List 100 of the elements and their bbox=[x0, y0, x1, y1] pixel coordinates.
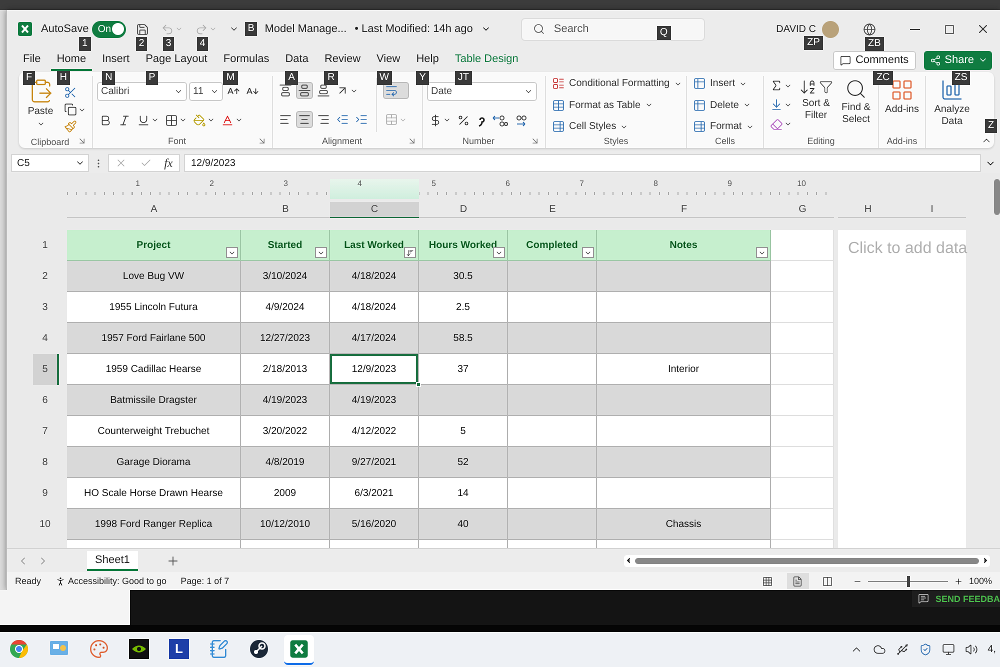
align-bottom-button[interactable] bbox=[315, 82, 332, 99]
ribbon-tab[interactable]: Review bbox=[318, 50, 367, 70]
ribbon-tab[interactable]: Table Design bbox=[448, 50, 524, 70]
feedback-button[interactable]: SEND FEEDBA bbox=[912, 590, 1000, 607]
name-box[interactable]: C5 bbox=[11, 154, 89, 172]
sheet-tab[interactable]: Sheet1 bbox=[87, 550, 138, 570]
page-layout-view-icon bbox=[792, 576, 804, 586]
zoom-thumb[interactable] bbox=[906, 576, 910, 586]
sheet-cell bbox=[771, 261, 834, 292]
sort-filter-button[interactable]: Sort & Filter bbox=[798, 76, 834, 134]
app-tile-icon: L bbox=[169, 638, 189, 658]
scroll-right-icon bbox=[981, 556, 990, 565]
zoom-level[interactable]: 100% bbox=[968, 576, 992, 586]
insert-function-button[interactable]: fx bbox=[164, 156, 173, 170]
horizontal-scrollbar[interactable] bbox=[624, 554, 990, 566]
steam-icon bbox=[249, 638, 269, 658]
row-header[interactable]: 6 bbox=[33, 385, 59, 416]
share-button[interactable]: Share bbox=[924, 50, 992, 70]
launcher-icon bbox=[407, 136, 417, 146]
row-header[interactable]: 5 bbox=[33, 354, 59, 385]
keytip: F bbox=[23, 70, 36, 84]
table-cell: 5 bbox=[419, 416, 508, 447]
table-cell: 9/27/2021 bbox=[330, 447, 419, 478]
find-select-button[interactable]: Find & Select bbox=[838, 76, 874, 134]
keytip: B bbox=[244, 22, 258, 36]
column-header[interactable]: A bbox=[67, 202, 241, 218]
column-header[interactable]: H bbox=[838, 202, 898, 218]
usb-icon bbox=[896, 643, 909, 656]
row-header[interactable]: 10 bbox=[33, 509, 59, 540]
table-cell: Garage Diorama bbox=[67, 447, 241, 478]
sheet-cell bbox=[771, 323, 834, 354]
column-header[interactable]: G bbox=[771, 202, 834, 218]
column-header[interactable]: F bbox=[597, 202, 771, 218]
styles-menu-button[interactable]: Cell Styles bbox=[550, 119, 684, 134]
ribbon-tab[interactable]: Formulas bbox=[217, 50, 276, 70]
table-cell: Batmissile Dragster bbox=[67, 385, 241, 416]
filter-button[interactable] bbox=[404, 247, 416, 258]
column-header[interactable]: D bbox=[419, 202, 508, 218]
copy-icon bbox=[64, 103, 77, 116]
cells-menu-button[interactable]: Insert bbox=[691, 76, 756, 91]
table-cell: Love Bug VW bbox=[67, 261, 241, 292]
ribbon-tab[interactable]: Data bbox=[279, 50, 314, 70]
ribbon-tab[interactable]: Page Layout bbox=[140, 50, 214, 70]
styles-menu-button[interactable]: Conditional Formatting bbox=[550, 76, 684, 91]
row-header[interactable]: 7 bbox=[33, 416, 59, 447]
file-name[interactable]: Model Manage... bbox=[264, 23, 347, 35]
page-count: Page: 1 of 7 bbox=[180, 576, 230, 586]
close-icon bbox=[976, 22, 990, 36]
column-header[interactable]: E bbox=[508, 202, 597, 218]
page-layout-view-button[interactable] bbox=[786, 573, 809, 589]
add-sheet-icon bbox=[166, 554, 180, 568]
launcher-icon bbox=[530, 136, 540, 146]
row-header[interactable]: 3 bbox=[33, 292, 59, 323]
align-center-button[interactable] bbox=[296, 111, 313, 128]
autosave-toggle[interactable]: On bbox=[92, 20, 126, 38]
user-name[interactable]: DAVID C bbox=[776, 24, 816, 34]
row-header[interactable]: 1 bbox=[33, 230, 59, 261]
last-modified[interactable]: • Last Modified: 14h ago bbox=[354, 23, 473, 35]
row-header[interactable]: 2 bbox=[33, 261, 59, 292]
keytip: 1 bbox=[79, 36, 91, 50]
sheet-cell bbox=[771, 416, 834, 447]
wrap-text-button[interactable] bbox=[383, 82, 409, 99]
fill-handle[interactable] bbox=[416, 382, 421, 387]
undo-icon bbox=[160, 22, 174, 36]
table-header-cell: Completed bbox=[508, 230, 597, 261]
ribbon-tab[interactable]: View bbox=[370, 50, 406, 70]
row-header[interactable]: 8 bbox=[33, 447, 59, 478]
scrollbar bbox=[994, 179, 1000, 215]
group-label: Styles bbox=[602, 136, 630, 146]
cells-menu-button[interactable]: Format bbox=[691, 119, 756, 134]
comments-button[interactable]: Comments bbox=[833, 50, 916, 70]
group-label: Font bbox=[166, 136, 187, 146]
keytip: R bbox=[324, 70, 338, 84]
styles-menu-button[interactable]: Format as Table bbox=[550, 98, 684, 112]
table-cell: 3/10/2024 bbox=[241, 261, 330, 292]
table-cell: 1959 Cadillac Hearse bbox=[67, 354, 241, 385]
formula-field[interactable]: 12/9/2023 bbox=[184, 154, 981, 172]
font-name-select[interactable]: Calibri bbox=[97, 82, 187, 100]
search-icon bbox=[845, 78, 867, 100]
number-format-select[interactable]: Date bbox=[427, 82, 537, 100]
accessibility-status[interactable]: Accessibility: Good to go bbox=[68, 576, 167, 586]
caret-icon bbox=[207, 116, 215, 124]
font-size-select[interactable]: 11 bbox=[189, 82, 223, 100]
ribbon-tab[interactable]: Insert bbox=[96, 50, 136, 70]
ribbon-tab[interactable]: File bbox=[17, 50, 47, 70]
ribbon-tab[interactable]: Help bbox=[410, 50, 445, 70]
align-top-button[interactable] bbox=[277, 82, 294, 99]
table-cell: 1998 Ford Ranger Replica bbox=[67, 509, 241, 540]
row-header[interactable]: 9 bbox=[33, 478, 59, 509]
align-middle-button[interactable] bbox=[296, 82, 313, 99]
launcher-icon bbox=[77, 136, 87, 146]
cells-menu-button[interactable]: Delete bbox=[691, 98, 756, 112]
clock[interactable]: 4, bbox=[988, 644, 996, 655]
row-header[interactable]: 4 bbox=[33, 323, 59, 354]
column-header[interactable]: I bbox=[898, 202, 966, 218]
table-cell: Counterweight Trebuchet bbox=[67, 416, 241, 447]
column-header[interactable]: C bbox=[330, 202, 419, 218]
taskbar-app-button[interactable]: L bbox=[164, 634, 194, 664]
table-cell: HO Scale Horse Drawn Hearse bbox=[67, 478, 241, 509]
fill-icon bbox=[770, 98, 783, 112]
